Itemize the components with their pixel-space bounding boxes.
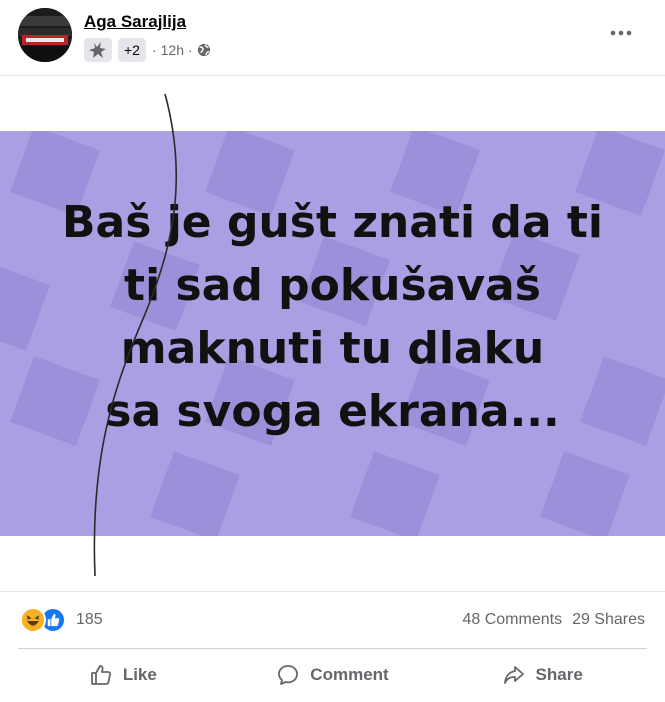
comment-icon <box>278 665 299 685</box>
author-name[interactable]: Aga Sarajlija <box>84 12 186 32</box>
share-button[interactable]: Share <box>437 652 647 698</box>
meta-separator-2: · <box>188 42 193 58</box>
share-icon <box>503 666 524 684</box>
like-button[interactable]: Like <box>18 652 228 698</box>
post-stats: 185 48 Comments 29 Shares <box>0 598 665 642</box>
comment-label: Comment <box>310 665 389 684</box>
post-time-info: · 12h · <box>152 42 211 58</box>
post-actions: Like Comment Share <box>18 652 647 698</box>
reaction-count[interactable]: 185 <box>76 611 103 629</box>
hair-strand <box>93 93 178 577</box>
like-icon <box>90 665 111 685</box>
avatar-image <box>18 8 72 62</box>
reactions-summary[interactable]: 185 <box>20 607 103 633</box>
post-header: Aga Sarajlija +2 · 12h · <box>0 0 665 72</box>
more-options-button[interactable] <box>606 18 636 48</box>
more-options-icon <box>610 30 632 36</box>
globe-icon <box>197 43 210 57</box>
comments-count[interactable]: 48 Comments <box>462 608 562 632</box>
engagement-counts: 48 Comments 29 Shares <box>462 608 645 632</box>
meta-separator: · <box>151 42 157 58</box>
haha-reaction-icon <box>20 607 46 633</box>
shares-count[interactable]: 29 Shares <box>572 608 645 632</box>
avatar[interactable] <box>18 8 72 62</box>
group-more-badge[interactable]: +2 <box>118 38 146 62</box>
actions-divider <box>18 648 647 649</box>
post-image[interactable]: Baš je gušt znati da ti ti sad pokušavaš… <box>0 75 665 592</box>
share-label: Share <box>535 665 583 684</box>
like-label: Like <box>122 665 157 684</box>
post-time[interactable]: 12h <box>161 42 184 58</box>
post-meta: +2 · 12h · <box>84 38 211 62</box>
group-icon[interactable] <box>84 38 112 62</box>
comment-button[interactable]: Comment <box>228 652 438 698</box>
